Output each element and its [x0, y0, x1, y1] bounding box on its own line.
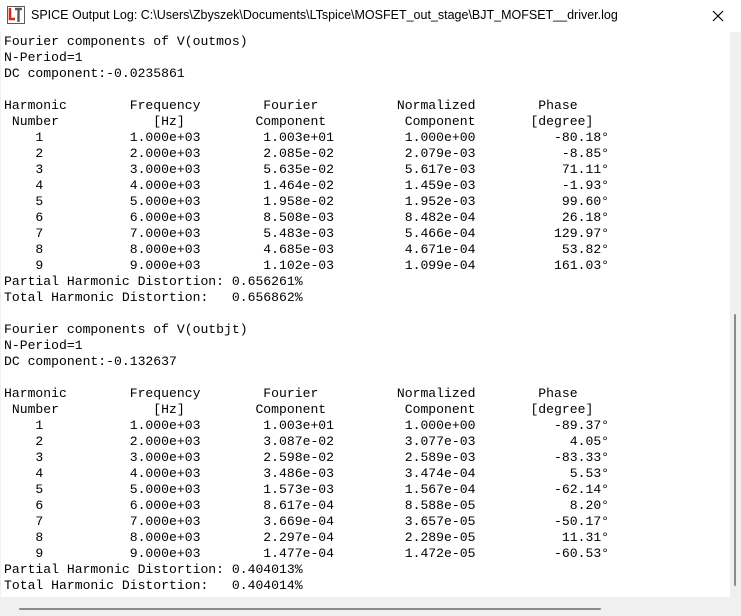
- log-text-area[interactable]: Fourier components of V(outmos) N-Period…: [1, 32, 730, 597]
- vertical-scrollbar[interactable]: [730, 32, 741, 597]
- title-bar[interactable]: SPICE Output Log: C:\Users\Zbyszek\Docum…: [0, 0, 741, 32]
- horizontal-scroll-thumb[interactable]: [19, 608, 601, 610]
- log-output: Fourier components of V(outmos) N-Period…: [4, 34, 610, 593]
- ltspice-app-icon[interactable]: [7, 6, 25, 24]
- horizontal-scrollbar[interactable]: [0, 597, 730, 616]
- ltspice-app-icon-graphic: [7, 6, 25, 24]
- close-button[interactable]: [695, 0, 741, 32]
- close-icon: [712, 10, 724, 22]
- window-title: SPICE Output Log: C:\Users\Zbyszek\Docum…: [31, 8, 618, 22]
- vertical-scroll-thumb[interactable]: [734, 314, 736, 586]
- scrollbar-corner: [730, 597, 741, 616]
